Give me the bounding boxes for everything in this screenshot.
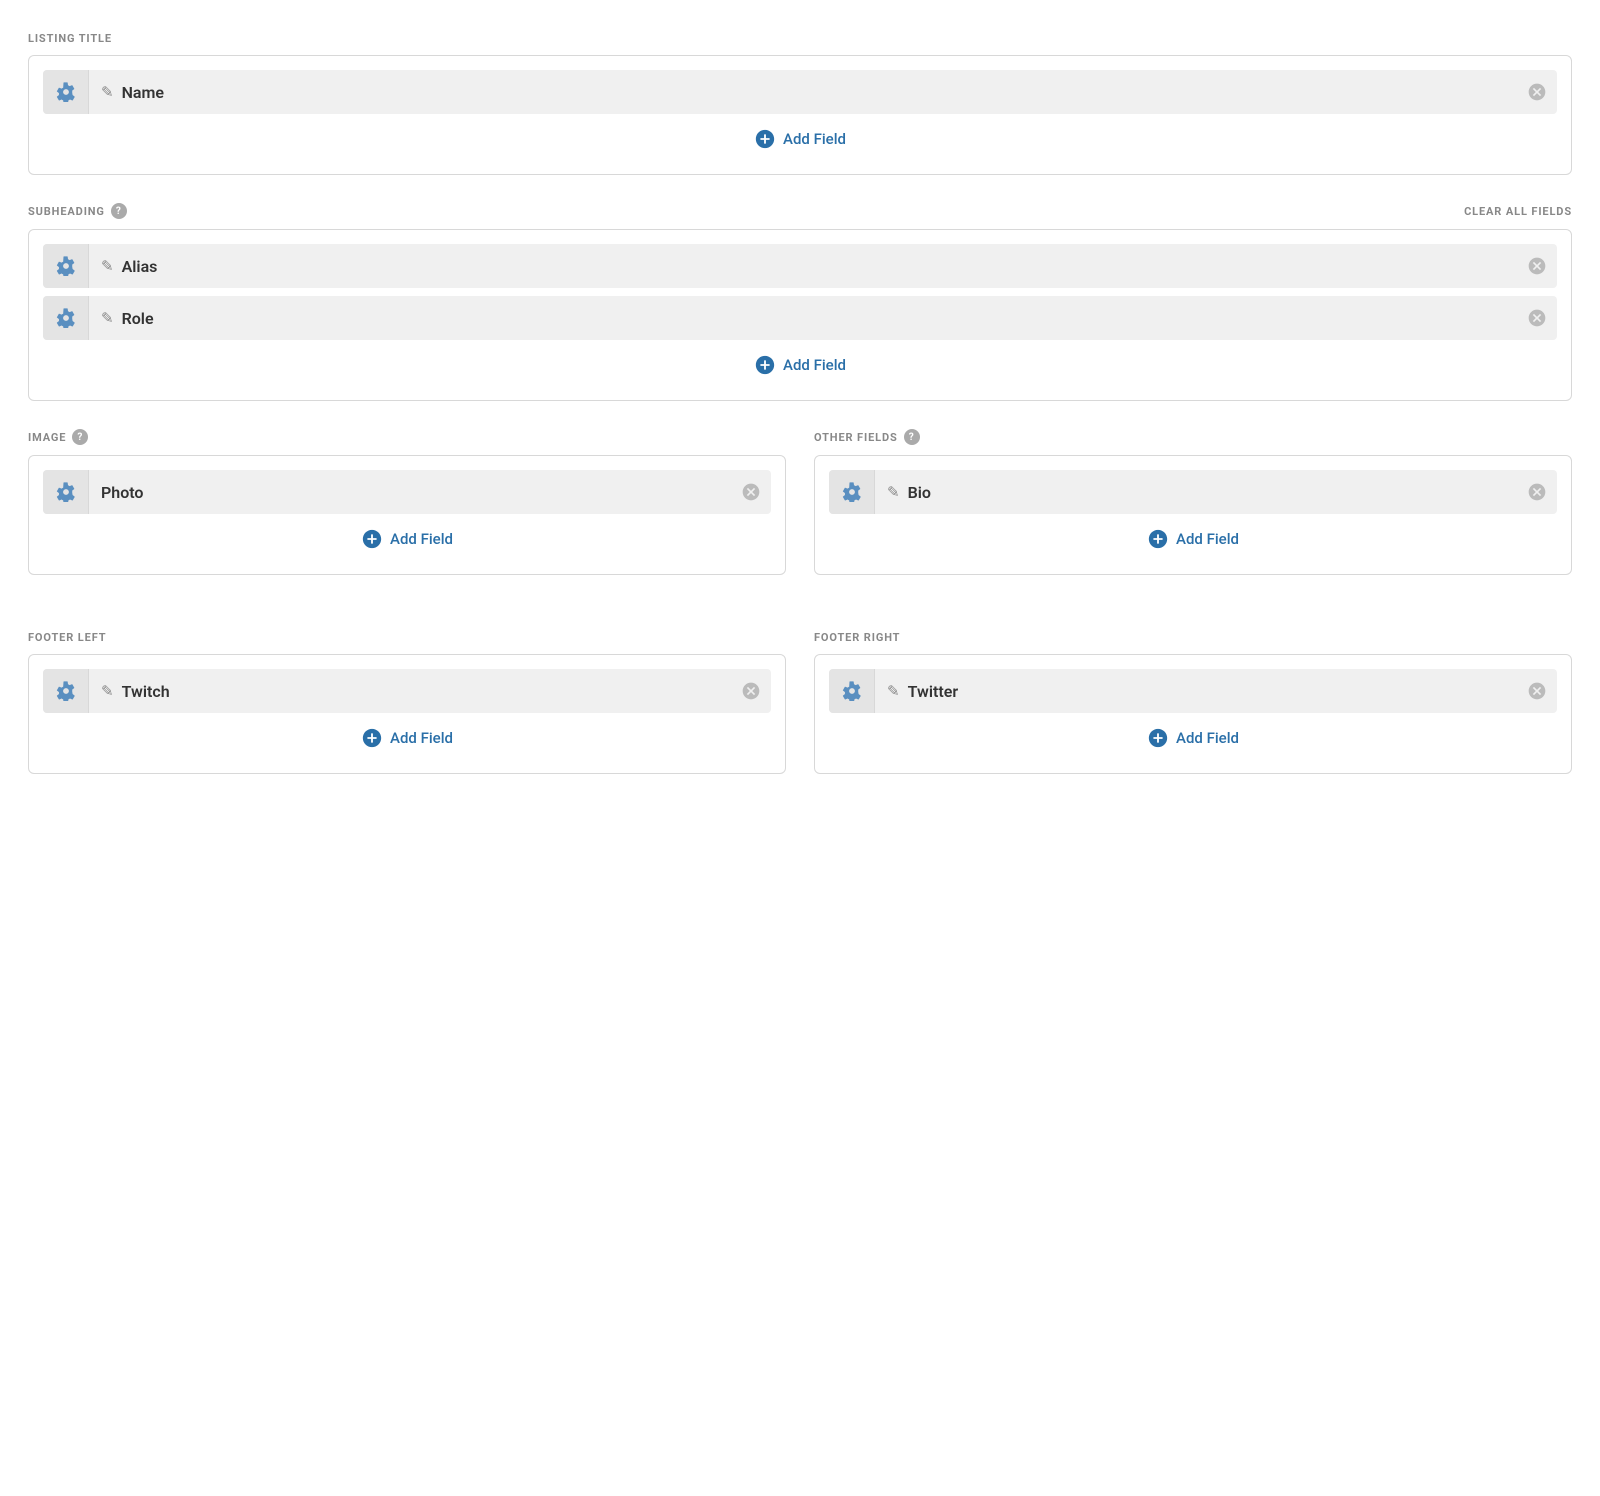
footer-right-label: FOOTER RIGHT bbox=[814, 631, 1572, 644]
role-field-text: Role bbox=[122, 309, 154, 328]
table-row: ✎ Role bbox=[43, 296, 1557, 340]
plus-circle-icon bbox=[361, 528, 383, 550]
listing-title-card: ✎ Name Add Field bbox=[28, 55, 1572, 175]
remove-icon bbox=[1527, 681, 1547, 701]
listing-title-label: LISTING TITLE bbox=[28, 32, 1572, 45]
name-field-text: Name bbox=[122, 83, 164, 102]
table-row: ✎ Twitch bbox=[43, 669, 771, 713]
remove-icon bbox=[741, 482, 761, 502]
image-section: IMAGE ? Photo bbox=[28, 429, 786, 603]
name-field-label-area: ✎ Name bbox=[89, 83, 1517, 102]
plus-circle-icon bbox=[1147, 528, 1169, 550]
plus-circle-icon bbox=[754, 128, 776, 150]
other-fields-label: OTHER FIELDS ? bbox=[814, 429, 1572, 445]
plus-circle-icon bbox=[361, 727, 383, 749]
image-help-icon[interactable]: ? bbox=[72, 429, 88, 445]
bio-field-label-area: ✎ Bio bbox=[875, 483, 1517, 502]
photo-field-label-area: Photo bbox=[89, 483, 731, 502]
footer-right-card: ✎ Twitter Add Field bbox=[814, 654, 1572, 774]
other-fields-section: OTHER FIELDS ? ✎ Bio bbox=[814, 429, 1572, 603]
pencil-icon: ✎ bbox=[101, 257, 114, 275]
twitch-field-text: Twitch bbox=[122, 682, 170, 701]
pencil-icon: ✎ bbox=[101, 83, 114, 101]
gear-icon bbox=[56, 681, 76, 701]
add-field-footer-right[interactable]: Add Field bbox=[829, 721, 1557, 755]
gear-icon bbox=[56, 256, 76, 276]
remove-photo-button[interactable] bbox=[731, 470, 771, 514]
subheading-label-row: SUBHEADING ? CLEAR ALL FIELDS bbox=[28, 203, 1572, 219]
bio-field-text: Bio bbox=[908, 483, 931, 502]
remove-icon bbox=[741, 681, 761, 701]
subheading-card: ✎ Alias ✎ Role bbox=[28, 229, 1572, 401]
image-card: Photo Add Field bbox=[28, 455, 786, 575]
gear-icon bbox=[56, 482, 76, 502]
table-row: ✎ Bio bbox=[829, 470, 1557, 514]
remove-icon bbox=[1527, 82, 1547, 102]
other-fields-help-icon[interactable]: ? bbox=[904, 429, 920, 445]
alias-field-label-area: ✎ Alias bbox=[89, 257, 1517, 276]
add-field-image[interactable]: Add Field bbox=[43, 522, 771, 556]
gear-button-twitch[interactable] bbox=[43, 669, 89, 713]
footer-left-section: FOOTER LEFT ✎ Twitch bbox=[28, 631, 786, 802]
listing-title-section: LISTING TITLE ✎ Name Add Field bbox=[28, 32, 1572, 175]
footer-right-section: FOOTER RIGHT ✎ Twitter bbox=[814, 631, 1572, 802]
add-field-other-fields[interactable]: Add Field bbox=[829, 522, 1557, 556]
gear-button-bio[interactable] bbox=[829, 470, 875, 514]
add-field-listing-title[interactable]: Add Field bbox=[43, 122, 1557, 156]
subheading-section: SUBHEADING ? CLEAR ALL FIELDS ✎ Alias bbox=[28, 203, 1572, 401]
gear-icon bbox=[56, 82, 76, 102]
twitter-field-label-area: ✎ Twitter bbox=[875, 682, 1517, 701]
clear-all-fields-button[interactable]: CLEAR ALL FIELDS bbox=[1464, 205, 1572, 218]
footer-row: FOOTER LEFT ✎ Twitch bbox=[28, 631, 1572, 802]
gear-icon bbox=[56, 308, 76, 328]
remove-role-button[interactable] bbox=[1517, 296, 1557, 340]
subheading-label: SUBHEADING ? bbox=[28, 203, 127, 219]
gear-button-photo[interactable] bbox=[43, 470, 89, 514]
subheading-help-icon[interactable]: ? bbox=[111, 203, 127, 219]
gear-button-name[interactable] bbox=[43, 70, 89, 114]
remove-twitch-button[interactable] bbox=[731, 669, 771, 713]
footer-left-label: FOOTER LEFT bbox=[28, 631, 786, 644]
plus-circle-icon bbox=[754, 354, 776, 376]
gear-button-role[interactable] bbox=[43, 296, 89, 340]
add-field-footer-left[interactable]: Add Field bbox=[43, 721, 771, 755]
pencil-icon: ✎ bbox=[101, 682, 114, 700]
photo-field-text: Photo bbox=[101, 483, 143, 502]
remove-icon bbox=[1527, 256, 1547, 276]
gear-button-alias[interactable] bbox=[43, 244, 89, 288]
table-row: ✎ Name bbox=[43, 70, 1557, 114]
gear-icon bbox=[842, 681, 862, 701]
remove-icon bbox=[1527, 308, 1547, 328]
pencil-icon: ✎ bbox=[887, 682, 900, 700]
twitch-field-label-area: ✎ Twitch bbox=[89, 682, 731, 701]
footer-left-card: ✎ Twitch Add Field bbox=[28, 654, 786, 774]
table-row: Photo bbox=[43, 470, 771, 514]
add-field-subheading[interactable]: Add Field bbox=[43, 348, 1557, 382]
remove-name-button[interactable] bbox=[1517, 70, 1557, 114]
table-row: ✎ Twitter bbox=[829, 669, 1557, 713]
remove-icon bbox=[1527, 482, 1547, 502]
other-fields-card: ✎ Bio Add Field bbox=[814, 455, 1572, 575]
pencil-icon: ✎ bbox=[101, 309, 114, 327]
remove-alias-button[interactable] bbox=[1517, 244, 1557, 288]
role-field-label-area: ✎ Role bbox=[89, 309, 1517, 328]
pencil-icon: ✎ bbox=[887, 483, 900, 501]
remove-twitter-button[interactable] bbox=[1517, 669, 1557, 713]
plus-circle-icon bbox=[1147, 727, 1169, 749]
table-row: ✎ Alias bbox=[43, 244, 1557, 288]
twitter-field-text: Twitter bbox=[908, 682, 959, 701]
gear-icon bbox=[842, 482, 862, 502]
remove-bio-button[interactable] bbox=[1517, 470, 1557, 514]
image-label: IMAGE ? bbox=[28, 429, 786, 445]
image-otherfields-row: IMAGE ? Photo bbox=[28, 429, 1572, 603]
gear-button-twitter[interactable] bbox=[829, 669, 875, 713]
alias-field-text: Alias bbox=[122, 257, 158, 276]
